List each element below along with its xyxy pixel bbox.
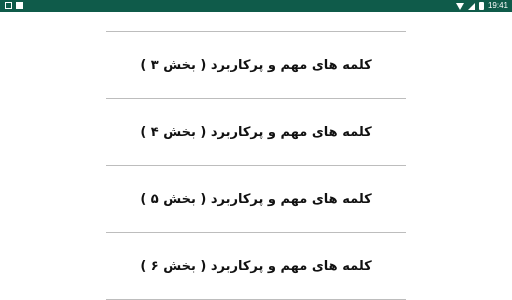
status-right: 19:41	[455, 0, 508, 12]
signal-icon	[467, 2, 475, 10]
list-item-label: کلمه های مهم و پرکاربرد ( بخش ۴ )	[140, 124, 372, 140]
screenshot-icon	[5, 2, 12, 9]
lesson-list: کلمه های مهم و پرکاربرد ( بخش ۳ ) کلمه ه…	[106, 31, 406, 300]
list-item[interactable]: کلمه های مهم و پرکاربرد ( بخش ۵ )	[106, 166, 406, 232]
status-time: 19:41	[487, 1, 508, 10]
list-item-label: کلمه های مهم و پرکاربرد ( بخش ۶ )	[140, 258, 372, 274]
list-item-label: کلمه های مهم و پرکاربرد ( بخش ۵ )	[140, 191, 372, 207]
list-item[interactable]: کلمه های مهم و پرکاربرد ( بخش ۶ )	[106, 233, 406, 299]
list-item-label: کلمه های مهم و پرکاربرد ( بخش ۳ )	[140, 57, 372, 73]
battery-icon	[478, 2, 484, 10]
list-item[interactable]: کلمه های مهم و پرکاربرد ( بخش ۴ )	[106, 99, 406, 165]
status-bar: 19:41	[0, 0, 512, 12]
wifi-icon	[455, 2, 464, 10]
download-icon	[16, 2, 23, 9]
status-left	[5, 2, 23, 9]
list-item[interactable]: کلمه های مهم و پرکاربرد ( بخش ۳ )	[106, 32, 406, 98]
